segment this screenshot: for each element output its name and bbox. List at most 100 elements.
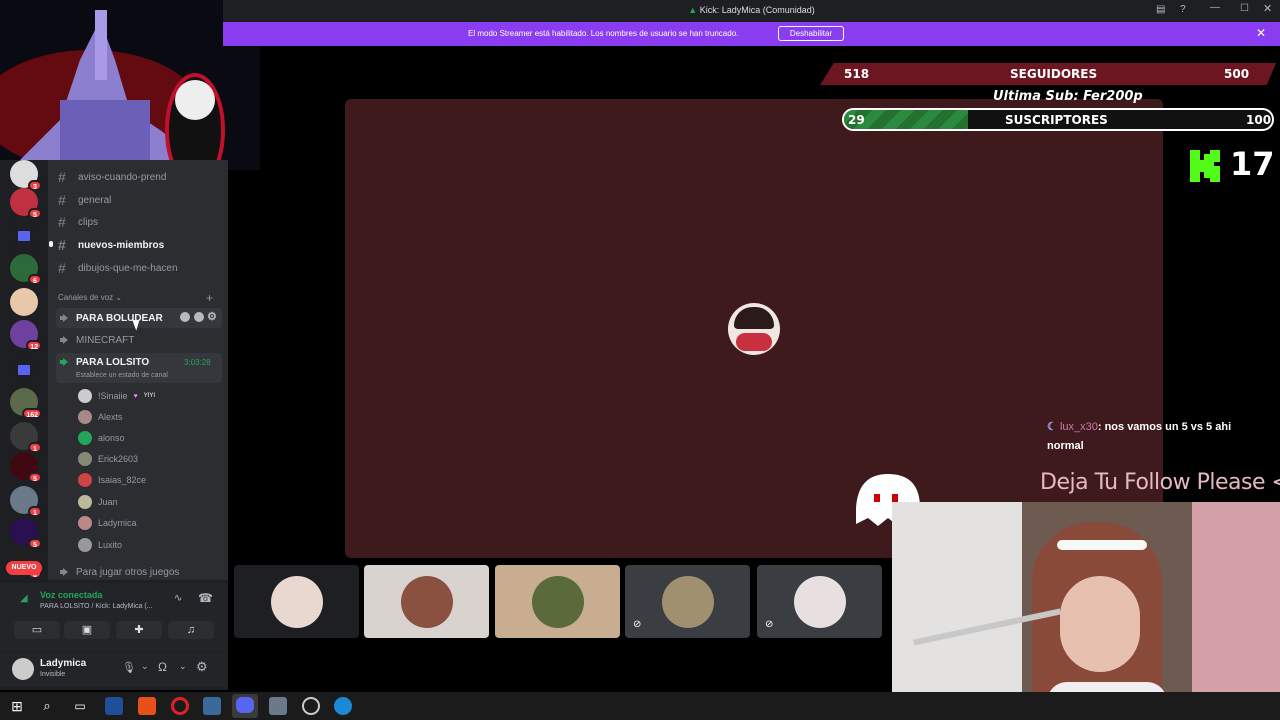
folder-icon[interactable] <box>10 222 38 250</box>
server-icon[interactable] <box>10 288 38 316</box>
invite-icon[interactable] <box>194 312 204 322</box>
participant-tile[interactable] <box>364 565 489 638</box>
voice-status[interactable]: Voz conectada <box>40 590 102 600</box>
inbox-icon[interactable]: ▤ <box>1156 4 1165 15</box>
voice-member[interactable]: Isaias_82ce <box>78 470 146 490</box>
server-icon[interactable]: 5 <box>10 188 42 219</box>
channel-name: dibujos-que-me-hacen <box>78 262 178 274</box>
server-icon[interactable]: 1 <box>10 486 42 517</box>
server-icon[interactable]: 162 <box>10 388 42 419</box>
new-badge[interactable]: NUEVO <box>6 561 42 575</box>
followers-label: SEGUIDORES <box>1010 67 1098 81</box>
avatar-body <box>736 333 772 351</box>
file-explorer-icon[interactable] <box>269 697 287 715</box>
chat-icon[interactable] <box>180 312 190 322</box>
avatar[interactable] <box>12 658 34 680</box>
followers-goal-bar: 518 SEGUIDORES 500 <box>820 63 1276 85</box>
avatar <box>401 576 453 628</box>
voice-member[interactable]: Juan <box>78 492 118 512</box>
member-name: Luxito <box>98 540 123 550</box>
server-badge: 162 <box>22 408 42 419</box>
category-label: Canales de voz <box>58 293 114 302</box>
windows-start-icon[interactable]: ⊞ <box>8 697 26 715</box>
voice-member[interactable]: Luxito <box>78 535 122 555</box>
channel-item[interactable]: # general <box>58 191 111 209</box>
noise-suppression-icon[interactable]: ∿ <box>174 593 182 604</box>
channel-item[interactable]: # dibujos-que-me-hacen <box>58 259 178 277</box>
disable-button[interactable]: Deshabilitar <box>778 26 844 41</box>
maximize-icon[interactable]: ☐ <box>1240 3 1249 14</box>
member-tag: YIYI <box>143 393 156 399</box>
close-icon[interactable]: ✕ <box>1263 2 1272 15</box>
voice-channel-minecraft[interactable]: MINECRAFT <box>56 330 222 350</box>
channel-status[interactable]: Establece un estado de canal <box>76 372 168 379</box>
channel-item[interactable]: # nuevos-miembros <box>58 236 164 254</box>
server-icon[interactable]: 1 <box>10 422 42 453</box>
window-title-text: Kick: LadyMica (Comunidad) <box>699 5 815 15</box>
participant-tile[interactable] <box>495 565 620 638</box>
gear-icon[interactable]: ⚙ <box>207 310 217 323</box>
channel-item[interactable]: # clips <box>58 213 98 231</box>
disconnect-icon[interactable]: ☎ <box>198 591 213 605</box>
voice-member[interactable]: !Sinaiie ♥ YIYI <box>78 386 155 406</box>
member-name: Ladymica <box>98 518 137 528</box>
folder-icon[interactable] <box>10 356 38 384</box>
server-badge: 5 <box>28 538 42 549</box>
follow-message: Deja Tu Follow Please <3 <box>1040 470 1280 495</box>
add-channel-icon[interactable]: + <box>206 291 213 305</box>
unread-indicator <box>49 241 53 247</box>
chevron-down-icon[interactable]: ⌄ <box>141 661 149 672</box>
speaker-icon <box>60 567 70 577</box>
speaker-icon <box>60 313 70 323</box>
help-icon[interactable]: ? <box>1180 4 1186 15</box>
username[interactable]: Ladymica <box>40 658 86 669</box>
headphones-icon[interactable]: Ω <box>158 660 167 674</box>
close-icon[interactable]: ✕ <box>1256 26 1266 40</box>
webcam-headband <box>1057 540 1147 550</box>
avatar <box>78 516 92 530</box>
server-icon[interactable]: 3 <box>10 160 42 191</box>
obs-icon[interactable] <box>302 697 320 715</box>
soundboard-button[interactable]: ♫ <box>168 621 214 639</box>
participant-tile[interactable]: ⊘ <box>757 565 882 638</box>
voice-category-header[interactable]: Canales de voz ⌄ <box>58 293 122 302</box>
search-icon[interactable]: ⌕ <box>38 697 56 715</box>
avatar <box>78 389 92 403</box>
app-icon[interactable] <box>138 697 156 715</box>
screen-share-button[interactable]: ▣ <box>64 621 110 639</box>
voice-channel-otros[interactable]: Para jugar otros juegos <box>56 562 222 582</box>
voice-channel-lolsito[interactable]: PARA LOLSITO 3:03:28 Establece un estado… <box>56 353 222 383</box>
opera-icon[interactable] <box>171 697 189 715</box>
voice-channel-path[interactable]: PARA LOLSITO / Kick: LadyMica (... <box>40 603 153 610</box>
server-icon[interactable]: 5 <box>10 518 42 549</box>
server-badge: 5 <box>28 472 42 483</box>
server-icon[interactable]: 5 <box>10 452 42 483</box>
channel-name: general <box>78 194 112 206</box>
kick-logo-icon <box>1190 150 1220 182</box>
soundboard-icon: ♫ <box>186 624 196 636</box>
microphone-icon[interactable]: 🎙 <box>122 661 136 674</box>
hash-icon: # <box>58 237 66 253</box>
server-icon[interactable]: 6 <box>10 254 42 285</box>
minimize-icon[interactable]: — <box>1210 2 1220 13</box>
app-icon[interactable] <box>105 697 123 715</box>
speaker-avatar[interactable] <box>728 303 780 355</box>
voice-member[interactable]: alonso <box>78 428 125 448</box>
voice-member[interactable]: Erick2603 <box>78 449 138 469</box>
camera-button[interactable]: ▭ <box>14 621 60 639</box>
chevron-down-icon[interactable]: ⌄ <box>179 661 187 672</box>
edge-icon[interactable] <box>334 697 352 715</box>
member-name: Isaias_82ce <box>98 475 147 485</box>
member-name: Juan <box>98 497 118 507</box>
voice-member[interactable]: Alexts <box>78 407 123 427</box>
task-view-icon[interactable]: ▭ <box>71 697 89 715</box>
participant-tile[interactable]: ⊘ <box>625 565 750 638</box>
participant-tile[interactable] <box>234 565 359 638</box>
voice-member[interactable]: Ladymica <box>78 513 137 533</box>
server-icon[interactable]: 12 <box>10 320 42 351</box>
channel-item[interactable]: # aviso-cuando-prend <box>58 168 166 186</box>
discord-taskbar-button[interactable] <box>232 694 258 718</box>
settings-gear-icon[interactable]: ⚙ <box>196 659 208 675</box>
app-icon[interactable] <box>203 697 221 715</box>
activities-button[interactable]: ✚ <box>116 621 162 639</box>
